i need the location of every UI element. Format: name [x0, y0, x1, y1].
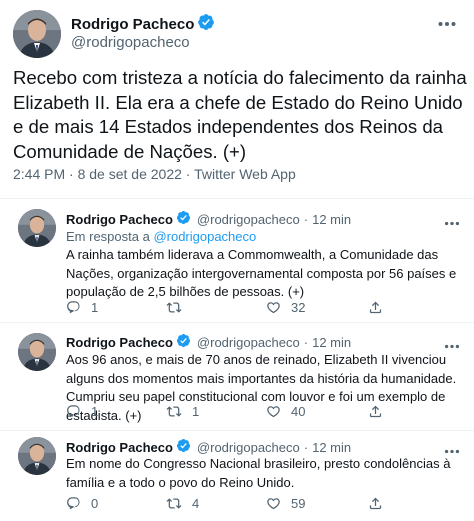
action-bar: 0 4 59: [66, 496, 466, 514]
in-reply-to: Em resposta a @rodrigopacheco: [66, 229, 256, 244]
action-bar: 1 32: [66, 300, 466, 318]
author-name[interactable]: Rodrigo Pacheco: [71, 16, 194, 33]
action-bar: 1 1 40: [66, 404, 466, 422]
share-action[interactable]: [368, 496, 383, 511]
like-action[interactable]: 59: [266, 496, 305, 511]
verified-badge-icon: [176, 333, 191, 351]
retweet-icon: [166, 498, 182, 509]
retweet-action[interactable]: 4: [166, 496, 199, 511]
avatar[interactable]: [18, 437, 56, 475]
reply-text: Em nome do Congresso Nacional brasileiro…: [66, 456, 451, 490]
reply-count: 0: [91, 496, 99, 511]
like-action[interactable]: 40: [266, 404, 305, 419]
like-action[interactable]: 32: [266, 300, 305, 315]
tweet-timestamp[interactable]: 2:44 PM · 8 de set de 2022 · Twitter Web…: [13, 166, 296, 182]
like-count: 59: [291, 496, 306, 511]
share-icon: [369, 405, 382, 418]
like-count: 32: [291, 300, 306, 315]
author-name[interactable]: Rodrigo Pacheco: [66, 212, 173, 227]
reply-icon: [67, 497, 80, 510]
verified-badge-icon: [197, 13, 215, 36]
retweet-action[interactable]: [166, 300, 192, 315]
in-reply-prefix: Em resposta a: [66, 229, 154, 244]
separator-dot: ·: [303, 439, 309, 455]
reply-text: A rainha também liderava a Commomwealth,…: [66, 247, 457, 299]
reply-action[interactable]: 1: [66, 300, 98, 315]
share-icon: [369, 301, 382, 314]
retweet-count: 4: [192, 496, 200, 511]
retweet-icon: [166, 406, 182, 417]
share-action[interactable]: [368, 404, 383, 419]
verified-badge-icon: [176, 210, 191, 228]
retweet-icon: [166, 302, 182, 313]
reply-action[interactable]: 1: [66, 404, 98, 419]
author-handle[interactable]: @rodrigopacheco: [197, 212, 300, 227]
tweet-text: Recebo com tristeza a notícia do falecim…: [13, 67, 467, 162]
separator-dot: ·: [303, 211, 309, 227]
avatar[interactable]: [18, 333, 56, 371]
author-name[interactable]: Rodrigo Pacheco: [66, 440, 173, 455]
tweet-time[interactable]: 12 min: [312, 440, 351, 455]
author-handle[interactable]: @rodrigopacheco: [197, 440, 300, 455]
reply-icon: [67, 301, 80, 314]
author-handle[interactable]: @rodrigopacheco: [197, 335, 300, 350]
author-name[interactable]: Rodrigo Pacheco: [66, 335, 173, 350]
separator-dot: ·: [303, 334, 309, 350]
like-icon: [267, 498, 280, 510]
avatar[interactable]: [18, 209, 56, 247]
verified-badge-icon: [176, 438, 191, 456]
avatar[interactable]: [13, 10, 61, 58]
tweet-time[interactable]: 12 min: [312, 212, 351, 227]
like-icon: [267, 406, 280, 418]
reply-tweet[interactable]: Rodrigo Pacheco @rodrigopacheco · 12 min…: [0, 323, 474, 430]
reply-tweet[interactable]: Rodrigo Pacheco @rodrigopacheco · 12 min…: [0, 199, 474, 322]
like-icon: [267, 302, 280, 314]
reply-icon: [67, 405, 80, 418]
share-action[interactable]: [368, 300, 383, 315]
share-icon: [369, 497, 382, 510]
reply-count: 1: [91, 404, 99, 419]
retweet-action[interactable]: 1: [166, 404, 199, 419]
like-count: 40: [291, 404, 306, 419]
more-options-icon[interactable]: [444, 213, 460, 231]
retweet-count: 1: [192, 404, 200, 419]
more-options-icon[interactable]: [438, 14, 456, 32]
reply-tweet[interactable]: Rodrigo Pacheco @rodrigopacheco · 12 min…: [0, 431, 474, 521]
reply-action[interactable]: 0: [66, 496, 98, 511]
reply-count: 1: [91, 300, 99, 315]
tweet-time[interactable]: 12 min: [312, 335, 351, 350]
author-handle[interactable]: @rodrigopacheco: [71, 34, 190, 51]
in-reply-handle-link[interactable]: @rodrigopacheco: [153, 229, 256, 244]
main-tweet: Rodrigo Pacheco @rodrigopacheco Recebo c…: [0, 0, 474, 196]
